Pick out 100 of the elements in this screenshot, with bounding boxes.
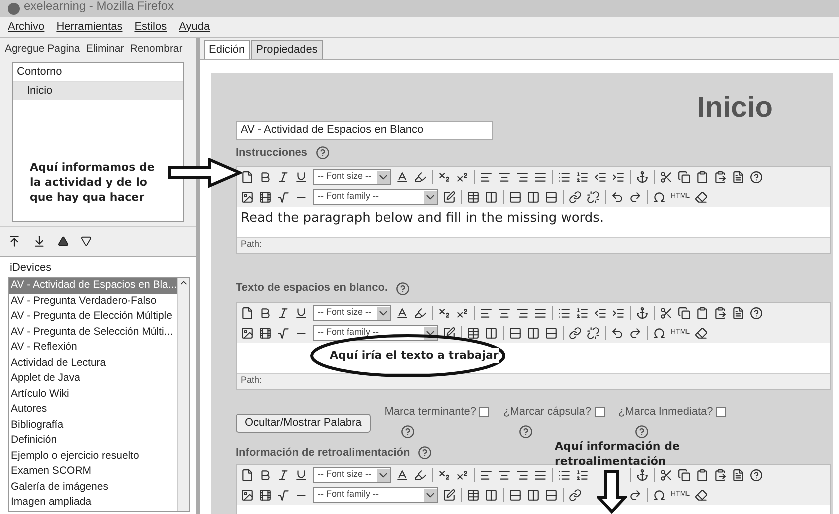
table-split-icon[interactable] [527,488,540,502]
table-merge-icon[interactable] [545,190,558,204]
paste-word-icon[interactable] [732,468,745,482]
toolbar-button[interactable]: Agregue Pagina [5,42,80,58]
toolbar-button[interactable]: Renombrar [130,42,183,58]
move-down-icon[interactable] [81,236,92,247]
table-rows-icon[interactable] [509,190,522,204]
idevice-item[interactable]: Examen SCORM [9,464,177,480]
help-icon[interactable] [634,425,649,440]
numbered-list-icon[interactable] [576,306,589,320]
idevice-item[interactable]: Bibliografía [9,418,177,433]
move-up-icon[interactable] [58,236,69,247]
new-document-icon[interactable] [241,306,254,320]
anchor-icon[interactable] [636,468,649,482]
new-document-icon[interactable] [241,170,254,184]
subscript-icon[interactable] [438,306,451,320]
table-split-icon[interactable] [527,190,540,204]
omega-icon[interactable] [653,488,666,502]
idevice-item[interactable]: Autores [9,402,177,418]
tab[interactable]: Edición [204,40,250,59]
image-icon[interactable] [241,326,254,340]
font-select[interactable]: -- Font family -- [313,487,438,503]
font-select[interactable]: -- Font size -- [313,169,391,185]
eraser-icon[interactable] [695,488,708,502]
paste-text-icon[interactable] [714,468,727,482]
film-icon[interactable] [259,326,272,340]
help-icon[interactable] [750,170,763,184]
toolbar-button[interactable]: Eliminar [86,42,124,58]
unlink-icon[interactable] [587,190,600,204]
font-select[interactable]: -- Font size -- [313,467,391,483]
table-icon[interactable] [467,488,480,502]
italic-icon[interactable] [277,468,290,482]
idevice-item[interactable]: Actividad de Lectura [9,356,177,371]
superscript-icon[interactable] [456,170,469,184]
menu-item[interactable]: Ayuda [179,18,210,36]
align-left-icon[interactable] [480,170,493,184]
numbered-list-icon[interactable] [576,170,589,184]
table-split-icon[interactable] [527,326,540,340]
film-icon[interactable] [259,488,272,502]
link-icon[interactable] [569,190,582,204]
align-left-icon[interactable] [480,468,493,482]
undo-icon[interactable] [611,326,624,340]
tab[interactable]: Propiedades [251,40,323,59]
omega-icon[interactable] [653,190,666,204]
idevice-item[interactable]: Applet de Java [9,371,177,386]
align-right-icon[interactable] [516,170,529,184]
redo-icon[interactable] [629,488,642,502]
text-color-icon[interactable] [396,306,409,320]
align-right-icon[interactable] [516,306,529,320]
table-icon[interactable] [467,326,480,340]
demote-icon[interactable] [33,235,46,248]
eraser-icon[interactable] [695,190,708,204]
subscript-icon[interactable] [438,170,451,184]
idevice-item[interactable]: AV - Reflexión [9,340,177,356]
editor-text-area[interactable]: Read the paragraph below and fill in the missing words. [237,207,830,237]
help-icon[interactable] [519,425,534,440]
paste-text-icon[interactable] [714,170,727,184]
checkbox[interactable] [594,407,605,418]
anchor-icon[interactable] [636,306,649,320]
eraser-icon[interactable] [695,326,708,340]
math-icon[interactable] [277,326,290,340]
paste-word-icon[interactable] [732,306,745,320]
copy-icon[interactable] [678,306,691,320]
align-center-icon[interactable] [498,306,511,320]
undo-icon[interactable] [611,190,624,204]
font-select[interactable]: -- Font size -- [313,305,391,321]
redo-icon[interactable] [629,190,642,204]
bold-icon[interactable] [259,306,272,320]
indent-icon[interactable] [612,306,625,320]
underline-icon[interactable] [295,468,308,482]
bold-icon[interactable] [259,170,272,184]
paste-word-icon[interactable] [732,170,745,184]
outdent-icon[interactable] [594,170,607,184]
bullet-list-icon[interactable] [558,468,571,482]
table-merge-icon[interactable] [545,326,558,340]
underline-icon[interactable] [295,306,308,320]
highlight-icon[interactable] [414,306,427,320]
menu-item[interactable]: Estilos [134,18,168,36]
align-center-icon[interactable] [498,468,511,482]
help-icon[interactable] [750,468,763,482]
image-icon[interactable] [241,190,254,204]
cut-icon[interactable] [660,306,673,320]
checkbox[interactable] [479,407,490,418]
cut-icon[interactable] [660,468,673,482]
bullet-list-icon[interactable] [558,306,571,320]
idevice-item[interactable]: AV - Pregunta de Elección Múltiple [9,309,177,324]
math-icon[interactable] [277,190,290,204]
bold-icon[interactable] [259,468,272,482]
link-icon[interactable] [569,326,582,340]
outdent-icon[interactable] [594,306,607,320]
paste-icon[interactable] [696,170,709,184]
new-document-icon[interactable] [241,468,254,482]
help-icon[interactable] [396,282,410,296]
paste-text-icon[interactable] [714,306,727,320]
subscript-icon[interactable] [438,468,451,482]
edit-icon[interactable] [443,190,456,204]
align-right-icon[interactable] [516,468,529,482]
underline-icon[interactable] [295,170,308,184]
edit-icon[interactable] [443,326,456,340]
promote-icon[interactable] [8,235,21,248]
